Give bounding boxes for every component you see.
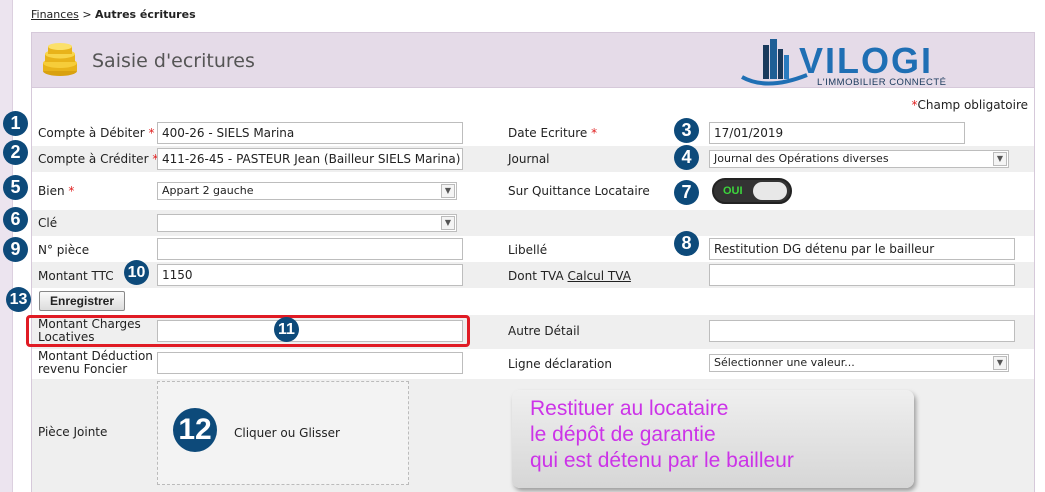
journal-select[interactable]: Journal des Opérations diverses ▼ <box>709 150 1009 168</box>
libelle-input[interactable]: Restitution DG détenu par le bailleur <box>709 238 1015 260</box>
compte-debiter-label: Compte à Débiter * <box>38 126 155 140</box>
callout-line-3: qui est détenu par le bailleur <box>530 449 794 472</box>
save-button[interactable]: Enregistrer <box>39 291 126 311</box>
ligne-declaration-select[interactable]: Sélectionner une valeur... ▼ <box>709 354 1009 372</box>
piece-jointe-label: Pièce Jointe <box>38 425 108 439</box>
dont-tva-input[interactable] <box>709 264 1015 286</box>
panel-title: Saisie d'ecritures <box>92 50 255 72</box>
calcul-tva-link[interactable]: Calcul TVA <box>568 269 631 283</box>
svg-text:L'IMMOBILIER CONNECTÉ: L'IMMOBILIER CONNECTÉ <box>817 77 947 88</box>
num-piece-input[interactable] <box>157 238 463 260</box>
instruction-callout: Restituer au locataire le dépôt de garan… <box>512 390 914 488</box>
cle-select[interactable]: ▼ <box>157 214 457 232</box>
required-note: *Champ obligatoire <box>911 98 1029 112</box>
step-badge-9: 9 <box>3 237 28 262</box>
dropzone-text: Cliquer ou Glisser <box>234 426 340 440</box>
compte-crediter-label: Compte à Créditer * <box>38 152 159 166</box>
step-badge-3: 3 <box>674 118 699 143</box>
chevron-down-icon: ▼ <box>441 216 455 230</box>
num-piece-label: N° pièce <box>38 243 90 257</box>
step-badge-1: 1 <box>3 111 28 136</box>
callout-line-2: le dépôt de garantie <box>530 423 716 446</box>
panel-header: Saisie d'ecritures VILOGI L'IMMOBILIER C… <box>32 33 1034 88</box>
row-compte-debiter: Compte à Débiter * 400-26 - SIELS Marina… <box>32 120 1034 146</box>
breadcrumb: Finances > Autres écritures <box>31 8 196 21</box>
toggle-knob <box>753 182 787 200</box>
dont-tva-label: Dont TVA Calcul TVA <box>508 269 631 283</box>
step-badge-7: 7 <box>674 180 699 205</box>
step-badge-10: 10 <box>124 260 149 285</box>
step-badge-2: 2 <box>3 140 28 165</box>
step-badge-4: 4 <box>674 145 699 170</box>
vilogi-logo: VILOGI L'IMMOBILIER CONNECTÉ <box>741 39 947 88</box>
step-badge-5: 5 <box>3 175 28 200</box>
ligne-declaration-label: Ligne déclaration <box>508 357 612 371</box>
chevron-down-icon: ▼ <box>993 356 1007 370</box>
journal-label: Journal <box>508 152 550 166</box>
libelle-label: Libellé <box>508 243 548 257</box>
compte-debiter-input[interactable]: 400-26 - SIELS Marina <box>157 122 463 144</box>
coins-icon <box>43 43 77 76</box>
callout-line-1: Restituer au locataire <box>530 397 729 420</box>
row-compte-crediter: Compte à Créditer * 411-26-45 - PASTEUR … <box>32 146 1034 172</box>
date-ecriture-input[interactable]: 17/01/2019 <box>709 122 965 144</box>
sur-quittance-label: Sur Quittance Locataire <box>508 184 650 198</box>
deduction-label: Montant Déduction revenu Foncier <box>38 349 153 376</box>
row-montant-ttc: Montant TTC 1150 Dont TVA Calcul TVA <box>32 262 1034 288</box>
step-badge-12: 12 <box>173 408 217 452</box>
row-num-piece: N° pièce Libellé Restitution DG détenu p… <box>32 236 1034 262</box>
deduction-input[interactable] <box>157 352 463 374</box>
row-cle: Clé ▼ <box>32 210 1034 236</box>
row-deduction: Montant Déduction revenu Foncier Ligne dé… <box>32 349 1034 379</box>
montant-ttc-input[interactable]: 1150 <box>157 264 463 286</box>
chevron-down-icon: ▼ <box>441 184 455 198</box>
breadcrumb-finances-link[interactable]: Finances <box>31 8 79 21</box>
step-badge-6: 6 <box>3 207 28 232</box>
step-badge-13: 13 <box>6 287 31 312</box>
sur-quittance-toggle[interactable]: OUI <box>712 178 792 204</box>
cle-label: Clé <box>38 216 58 230</box>
date-ecriture-label: Date Ecriture * <box>508 126 598 140</box>
row-bien: Bien * Appart 2 gauche ▼ Sur Quittance Lo… <box>32 172 1034 210</box>
compte-crediter-input[interactable]: 411-26-45 - PASTEUR Jean (Bailleur SIELS… <box>157 148 463 170</box>
toggle-oui-label: OUI <box>723 185 743 197</box>
bien-select[interactable]: Appart 2 gauche ▼ <box>157 182 457 200</box>
autre-detail-input[interactable] <box>709 320 1015 342</box>
svg-text:VILOGI: VILOGI <box>799 40 933 81</box>
bien-label: Bien * <box>38 184 75 198</box>
step-badge-11: 11 <box>274 317 299 342</box>
montant-ttc-label: Montant TTC <box>38 269 114 283</box>
step-badge-8: 8 <box>674 231 699 256</box>
breadcrumb-current: Autres écritures <box>95 8 196 21</box>
chevron-down-icon: ▼ <box>993 152 1007 166</box>
highlight-box <box>26 315 470 347</box>
breadcrumb-separator: > <box>78 8 96 21</box>
autre-detail-label: Autre Détail <box>508 324 580 338</box>
